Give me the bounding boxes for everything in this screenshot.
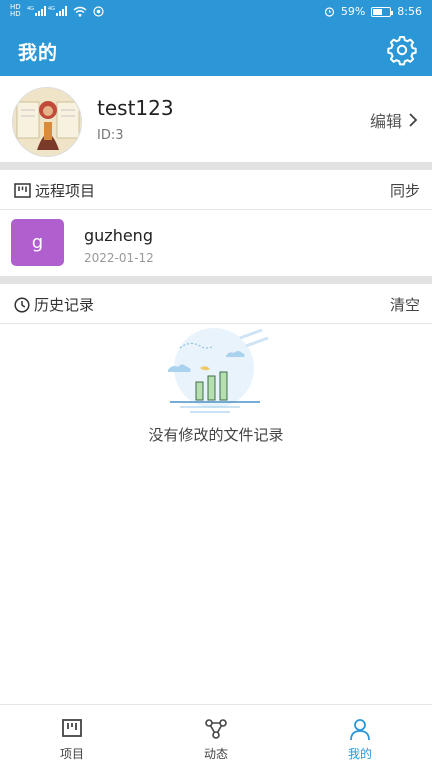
svg-text:4G: 4G — [48, 6, 55, 12]
avatar[interactable] — [12, 87, 82, 157]
remote-projects-title: 远程项目 — [14, 180, 95, 201]
network-nodes-icon — [205, 719, 227, 739]
history-title: 历史记录 — [14, 294, 94, 315]
network-type-label: HD HD — [10, 3, 21, 18]
tab-projects[interactable]: 项目 — [0, 705, 144, 768]
signal-icon: 4G 4G — [27, 6, 67, 16]
tab-mine[interactable]: 我的 — [288, 705, 432, 768]
project-name: guzheng — [84, 226, 153, 245]
avatar-image — [13, 88, 81, 156]
gear-icon — [387, 36, 417, 66]
project-board-icon — [62, 719, 82, 737]
tab-label: 动态 — [203, 747, 228, 761]
project-badge: g — [11, 219, 64, 266]
remote-projects-header: 远程项目 同步 — [0, 170, 432, 210]
profile-card[interactable]: test123 ID:3 编辑 — [0, 76, 432, 162]
wifi-icon — [73, 6, 87, 17]
list-item[interactable]: g guzheng 2022-01-12 — [0, 210, 432, 276]
chevron-right-icon — [409, 113, 418, 127]
empty-chart-illustration — [168, 328, 269, 413]
project-board-icon — [14, 183, 31, 198]
section-divider — [0, 276, 432, 284]
history-empty-state: 没有修改的文件记录 — [0, 324, 432, 704]
settings-button[interactable] — [386, 34, 418, 66]
svg-text:4G: 4G — [27, 6, 34, 12]
edit-profile-button[interactable]: 编辑 — [370, 108, 418, 132]
clock-icon — [14, 296, 30, 313]
status-bar: HD HD 4G 4G 59% 8:56 — [0, 0, 432, 24]
section-divider — [0, 162, 432, 170]
person-icon — [350, 719, 370, 741]
clock-time: 8:56 — [397, 5, 422, 18]
history-header: 历史记录 清空 — [0, 284, 432, 324]
tab-activity[interactable]: 动态 — [144, 705, 288, 768]
project-date: 2022-01-12 — [84, 251, 154, 265]
bottom-tab-bar: 项目 动态 我的 — [0, 704, 432, 768]
edit-label: 编辑 — [369, 112, 402, 131]
alarm-icon — [324, 7, 334, 17]
tab-label: 我的 — [347, 747, 372, 761]
user-id: ID:3 — [97, 128, 124, 143]
nfc-icon — [93, 5, 104, 17]
battery-percent: 59% — [340, 5, 366, 18]
page-title: 我的 — [18, 42, 59, 64]
app-bar: 我的 — [0, 24, 432, 76]
sync-button[interactable]: 同步 — [390, 180, 420, 201]
empty-state-text: 没有修改的文件记录 — [148, 426, 284, 444]
username: test123 — [97, 96, 174, 120]
tab-label: 项目 — [59, 747, 84, 761]
battery-icon — [371, 6, 394, 17]
clear-history-button[interactable]: 清空 — [390, 294, 420, 315]
